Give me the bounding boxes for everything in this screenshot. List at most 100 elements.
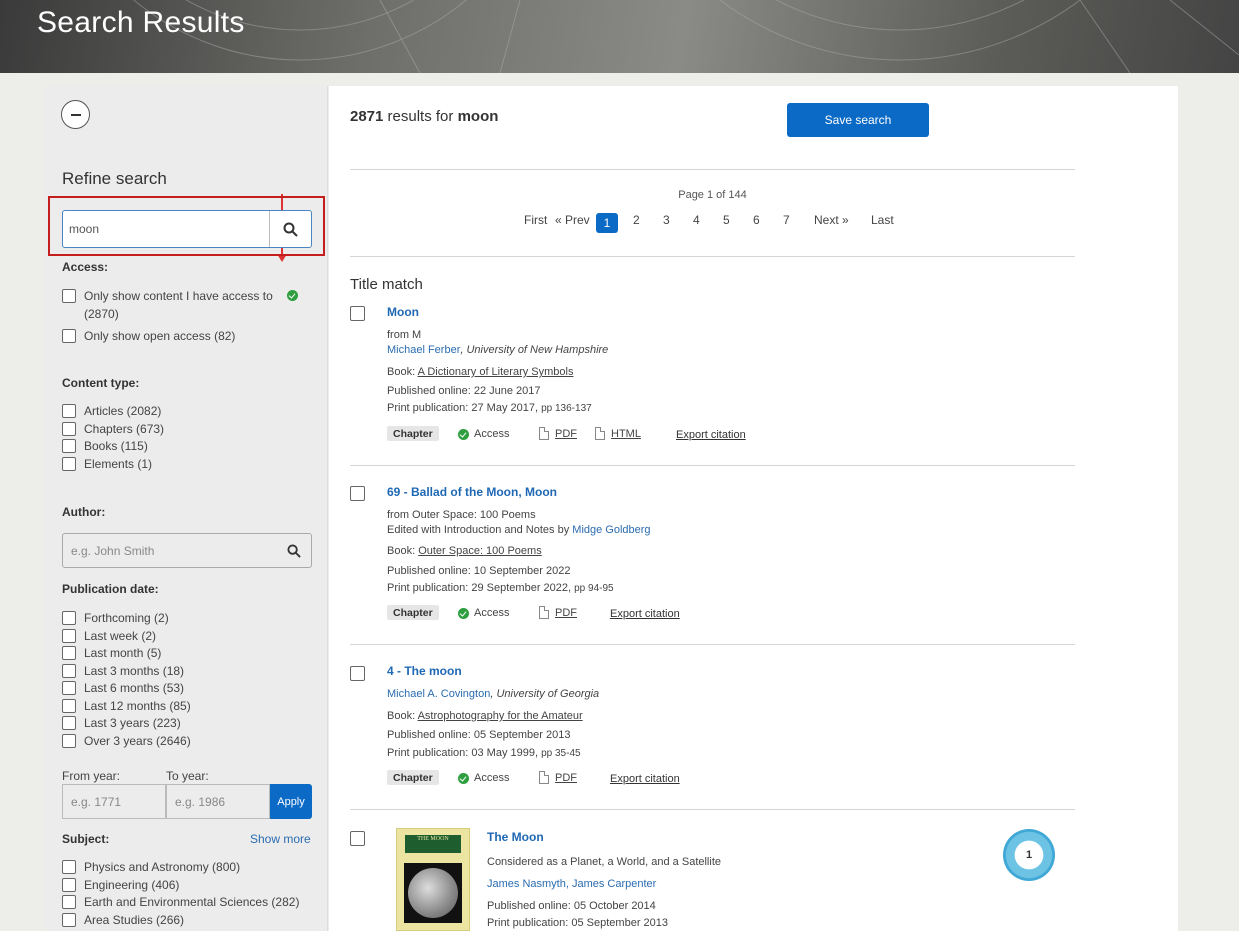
author-search-field[interactable]: e.g. John Smith	[62, 533, 312, 568]
html-file-icon	[595, 427, 605, 440]
author-link[interactable]: Michael A. Covington	[387, 688, 490, 700]
content-type-badge: Chapter	[387, 770, 439, 785]
author-link[interactable]: Michael Ferber	[387, 344, 460, 356]
checkbox[interactable]	[62, 877, 76, 892]
date-option[interactable]: Over 3 years (2646)	[62, 733, 191, 751]
subject-show-more-link[interactable]: Show more	[250, 832, 311, 846]
print-publication: Print publication: 27 May 2017,	[387, 402, 542, 414]
page-title: Search Results	[37, 6, 245, 39]
checkbox[interactable]	[62, 404, 76, 418]
search-icon	[283, 222, 298, 237]
subject-option[interactable]: Physics and Astronomy (800)	[62, 859, 240, 877]
checkbox[interactable]	[62, 421, 76, 436]
result-title-link[interactable]: 4 - The moon	[387, 664, 462, 678]
results-query: moon	[457, 108, 499, 125]
results-count: 2871	[350, 108, 384, 125]
book-cover-image[interactable]: THE MOON	[396, 828, 470, 931]
subject-option[interactable]: Engineering (406)	[62, 877, 179, 895]
content-type-option[interactable]: Chapters (673)	[62, 421, 164, 439]
checkbox[interactable]	[62, 289, 76, 303]
result-checkbox[interactable]	[350, 486, 365, 501]
date-option[interactable]: Last week (2)	[62, 628, 156, 646]
export-citation-link[interactable]: Export citation	[610, 773, 680, 785]
print-publication: Print publication: 03 May 1999,	[387, 747, 542, 759]
date-option[interactable]: Forthcoming (2)	[62, 610, 169, 628]
access-option-label: Only show content I have access to	[84, 289, 273, 303]
content-type-option[interactable]: Books (115)	[62, 438, 148, 456]
subject-option[interactable]: Earth and Environmental Sciences (282)	[62, 894, 299, 912]
checkbox[interactable]	[62, 698, 76, 713]
search-icon[interactable]	[287, 543, 301, 558]
pager-page-1[interactable]: 1	[596, 213, 618, 233]
pdf-link[interactable]: PDF	[539, 771, 577, 784]
content-type-option[interactable]: Articles (2082)	[62, 403, 161, 421]
pager-page-3[interactable]: 3	[663, 213, 670, 233]
checkbox[interactable]	[62, 329, 76, 343]
result-title-link[interactable]: The Moon	[487, 830, 544, 844]
result-title-link[interactable]: Moon	[387, 305, 419, 319]
access-filter-option[interactable]: Only show content I have access to (2870)	[62, 288, 298, 323]
collapse-sidebar-button[interactable]	[61, 100, 90, 129]
pager-prev[interactable]: « Prev	[555, 213, 590, 233]
to-year-input[interactable]: e.g. 1986	[166, 784, 270, 819]
checkbox[interactable]	[62, 663, 76, 678]
save-search-button[interactable]: Save search	[787, 103, 929, 137]
content-type-label: Content type:	[62, 376, 140, 390]
refine-search-button[interactable]	[269, 211, 311, 247]
check-circle-icon	[458, 607, 469, 619]
subject-option[interactable]: Area Studies (266)	[62, 912, 184, 930]
access-status: Access	[458, 772, 509, 784]
checkbox[interactable]	[62, 628, 76, 643]
apply-year-button[interactable]: Apply	[270, 784, 312, 819]
altmetric-badge[interactable]: 1	[1003, 829, 1055, 881]
date-option[interactable]: Last 3 months (18)	[62, 663, 184, 681]
book-link[interactable]: A Dictionary of Literary Symbols	[418, 366, 574, 378]
checkbox[interactable]	[62, 456, 76, 471]
checkbox[interactable]	[62, 860, 76, 874]
pager-page-6[interactable]: 6	[753, 213, 760, 233]
date-option[interactable]: Last month (5)	[62, 645, 161, 663]
checkbox[interactable]	[62, 439, 76, 453]
pager-page-5[interactable]: 5	[723, 213, 730, 233]
open-access-filter-option[interactable]: Only show open access (82)	[62, 328, 235, 346]
pdf-link[interactable]: PDF	[539, 606, 577, 619]
pdf-link[interactable]: PDF	[539, 427, 577, 440]
checkbox[interactable]	[62, 646, 76, 660]
editor-link[interactable]: Midge Goldberg	[572, 524, 650, 536]
result-book-line: Book: Outer Space: 100 Poems	[387, 545, 542, 557]
access-label: Access	[474, 428, 510, 440]
book-link[interactable]: Astrophotography for the Amateur	[418, 710, 583, 722]
result-checkbox[interactable]	[350, 306, 365, 321]
divider	[350, 169, 1075, 170]
html-link[interactable]: HTML	[595, 427, 641, 440]
content-type-option[interactable]: Elements (1)	[62, 456, 152, 474]
pager-first[interactable]: First	[524, 213, 547, 233]
result-checkbox[interactable]	[350, 666, 365, 681]
refine-sidebar: Refine search Access: Only show content …	[45, 86, 328, 931]
date-option[interactable]: Last 6 months (53)	[62, 680, 184, 698]
checkbox[interactable]	[62, 895, 76, 909]
result-checkbox[interactable]	[350, 831, 365, 846]
checkbox[interactable]	[62, 912, 76, 927]
checkbox[interactable]	[62, 611, 76, 625]
book-link[interactable]: Outer Space: 100 Poems	[418, 545, 542, 557]
date-option[interactable]: Last 3 years (223)	[62, 715, 181, 733]
pager-page-7[interactable]: 7	[783, 213, 790, 233]
refine-search-input[interactable]	[63, 211, 269, 247]
checkbox[interactable]	[62, 681, 76, 695]
checkbox[interactable]	[62, 716, 76, 730]
check-circle-icon	[286, 290, 298, 301]
result-authors-link[interactable]: James Nasmyth, James Carpenter	[487, 878, 656, 890]
pager-page-4[interactable]: 4	[693, 213, 700, 233]
export-citation-link[interactable]: Export citation	[676, 429, 746, 441]
pager-page-2[interactable]: 2	[633, 213, 640, 233]
pager-next[interactable]: Next »	[814, 213, 849, 233]
export-citation-link[interactable]: Export citation	[610, 608, 680, 620]
from-year-input[interactable]: e.g. 1771	[62, 784, 166, 819]
date-option[interactable]: Last 12 months (85)	[62, 698, 191, 716]
result-title-link[interactable]: 69 - Ballad of the Moon, Moon	[387, 485, 557, 499]
result-published: Published online: 05 October 2014	[487, 900, 656, 912]
checkbox[interactable]	[62, 733, 76, 748]
result-from: from M	[387, 329, 422, 341]
pager-last[interactable]: Last	[871, 213, 894, 233]
